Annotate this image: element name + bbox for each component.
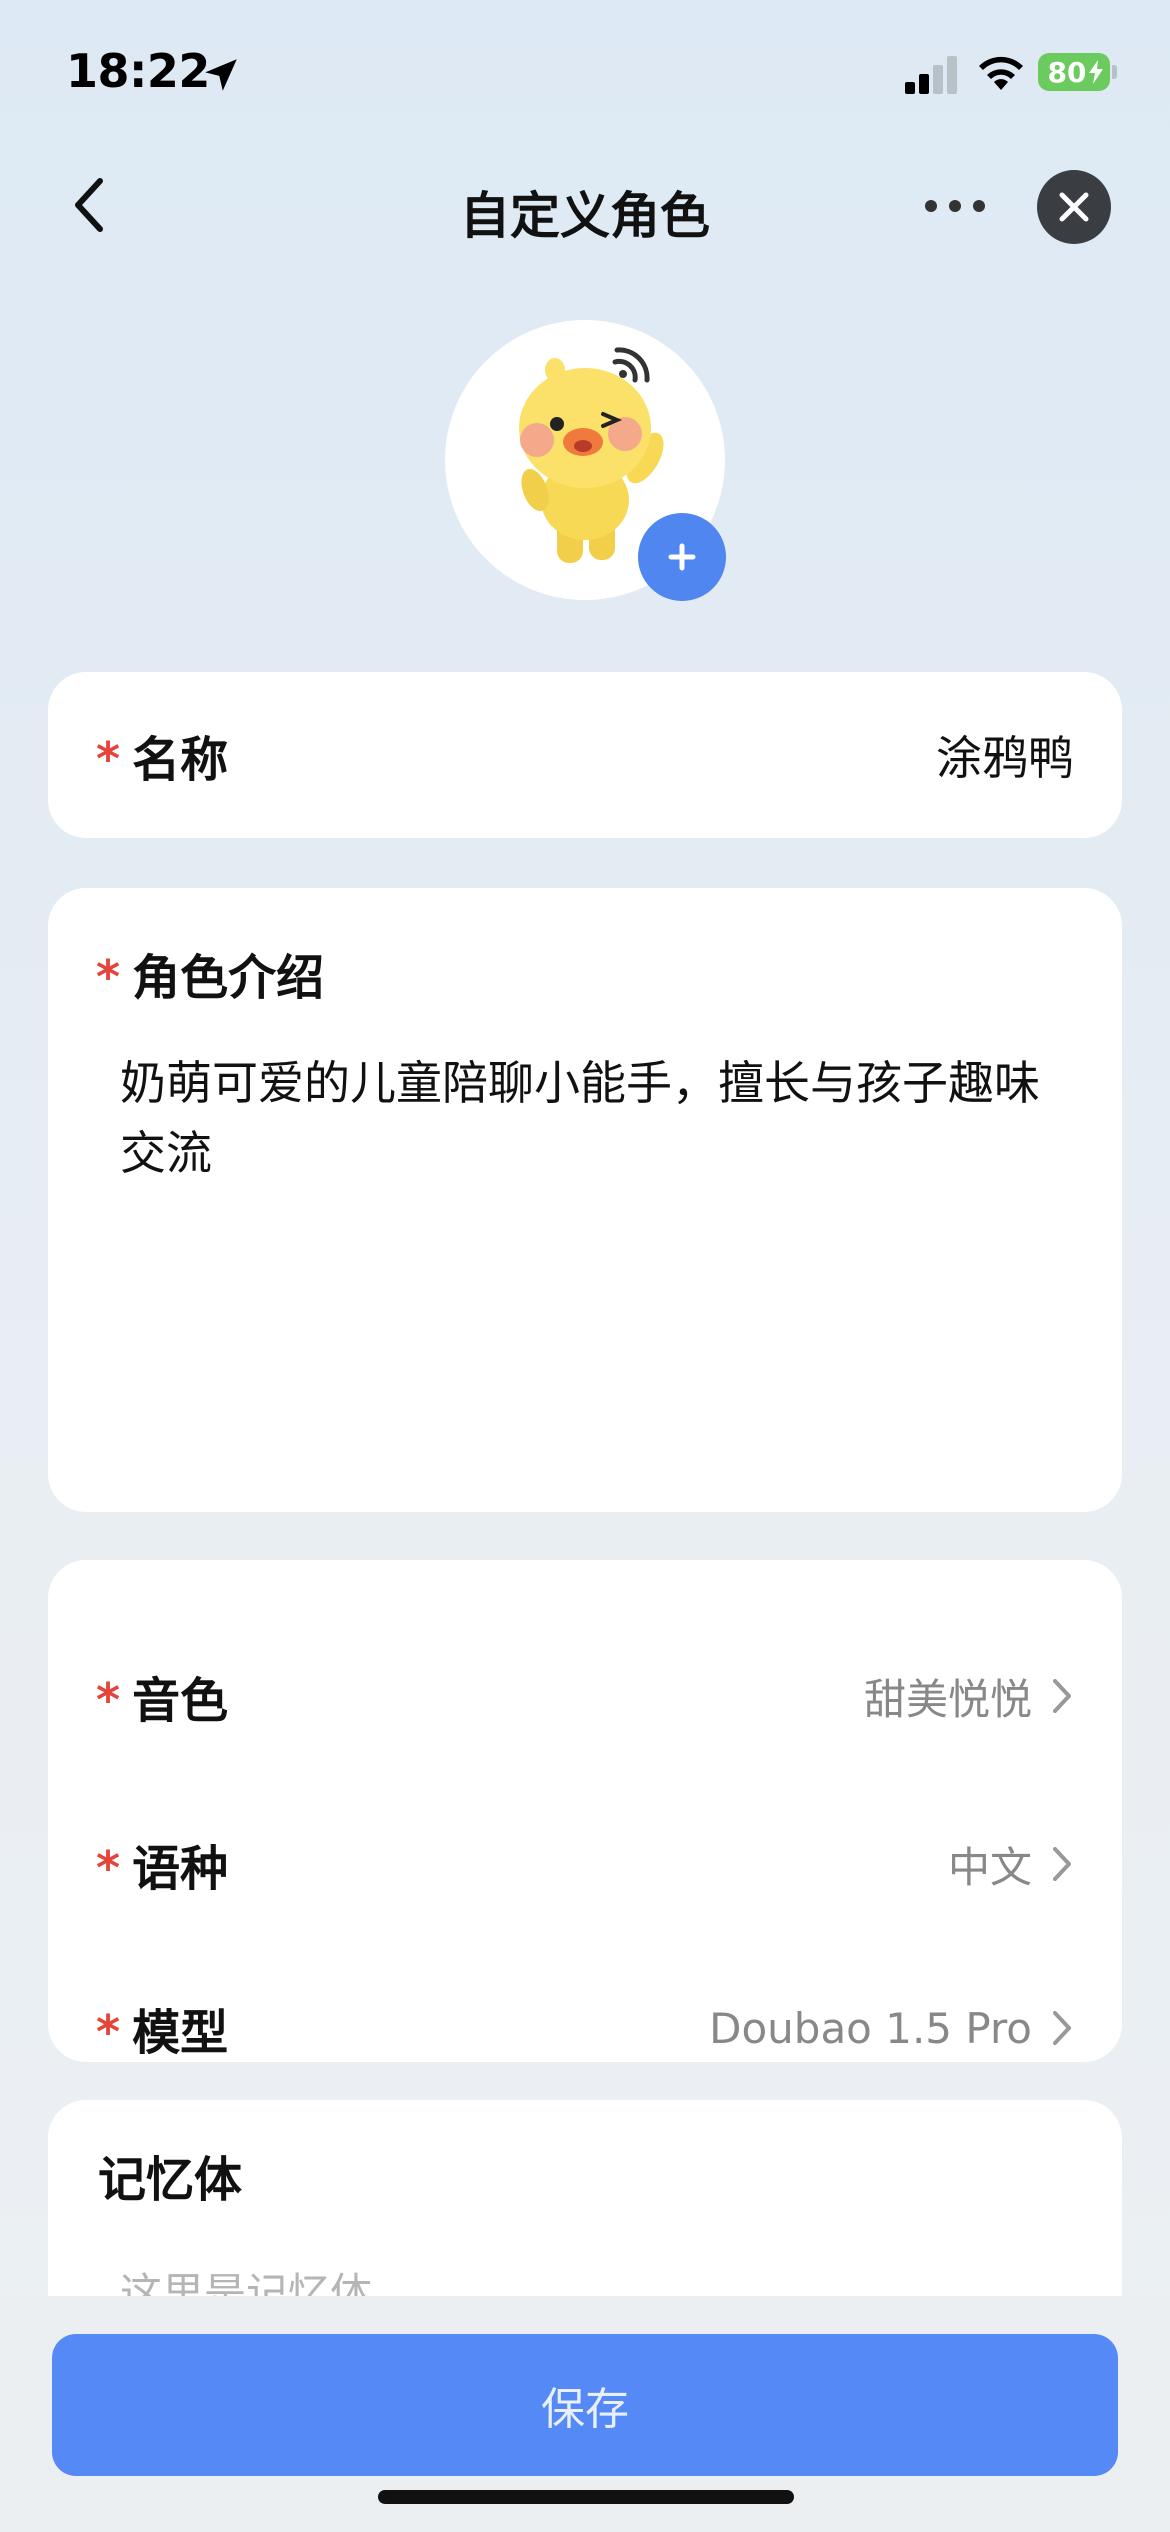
voice-value: 甜美悦悦 bbox=[863, 1674, 1032, 1724]
intro-label: 角色介绍 bbox=[132, 950, 325, 1006]
settings-card: * 音色 甜美悦悦 * 语种 中文 * 模型 Doubao 1.5 Pro bbox=[48, 1560, 1122, 2062]
voice-label: 音色 bbox=[132, 1673, 229, 1729]
memory-label: 记忆体 bbox=[98, 2152, 243, 2208]
battery-cap bbox=[1112, 65, 1117, 79]
voice-row[interactable]: * 音色 甜美悦悦 bbox=[96, 1646, 1074, 1746]
home-indicator[interactable] bbox=[378, 2490, 794, 2504]
name-input[interactable]: 涂鸦鸭 bbox=[936, 722, 1074, 788]
model-row[interactable]: * 模型 Doubao 1.5 Pro bbox=[96, 1980, 1074, 2076]
close-button[interactable] bbox=[1037, 170, 1111, 244]
required-mark: * bbox=[96, 732, 121, 786]
required-mark: * bbox=[96, 1673, 121, 1727]
language-value: 中文 bbox=[947, 1842, 1032, 1892]
language-label: 语种 bbox=[132, 1841, 229, 1897]
more-button[interactable] bbox=[925, 196, 985, 216]
location-arrow-icon bbox=[205, 59, 237, 91]
battery-level: 80 bbox=[1047, 55, 1087, 89]
model-label: 模型 bbox=[132, 2005, 229, 2061]
plus-icon bbox=[668, 543, 696, 571]
wifi-icon bbox=[979, 56, 1023, 90]
page-title: 自定义角色 bbox=[460, 187, 710, 245]
name-row[interactable]: * 名称 涂鸦鸭 bbox=[96, 672, 1074, 838]
more-dots-icon bbox=[925, 200, 937, 212]
language-row[interactable]: * 语种 中文 bbox=[96, 1814, 1074, 1914]
required-mark: * bbox=[96, 1841, 121, 1895]
name-label: 名称 bbox=[132, 732, 229, 788]
battery-charging-icon: 80 bbox=[1038, 53, 1110, 91]
avatar-add-button[interactable] bbox=[638, 513, 726, 601]
intro-header: * 角色介绍 bbox=[96, 938, 324, 1008]
signal-icon bbox=[905, 56, 957, 94]
avatar[interactable] bbox=[445, 320, 726, 601]
required-mark: * bbox=[96, 2005, 121, 2059]
close-icon bbox=[1059, 192, 1089, 222]
name-card: * 名称 涂鸦鸭 bbox=[48, 672, 1122, 838]
intro-textarea[interactable]: 奶萌可爱的儿童陪聊小能手，擅长与孩子趣味交流 bbox=[120, 1048, 1050, 1188]
status-time: 18:22 bbox=[66, 44, 210, 98]
status-bar: 18:22 80 bbox=[0, 0, 1170, 150]
chevron-right-icon bbox=[1053, 2011, 1071, 2045]
chevron-right-icon bbox=[1053, 1847, 1071, 1881]
bolt-icon bbox=[1089, 60, 1103, 84]
model-value: Doubao 1.5 Pro bbox=[709, 2003, 1032, 2053]
chevron-right-icon bbox=[1053, 1679, 1071, 1713]
save-button[interactable]: 保存 bbox=[52, 2334, 1118, 2476]
intro-card: * 角色介绍 奶萌可爱的儿童陪聊小能手，擅长与孩子趣味交流 bbox=[48, 888, 1122, 1512]
required-mark: * bbox=[96, 950, 121, 1004]
